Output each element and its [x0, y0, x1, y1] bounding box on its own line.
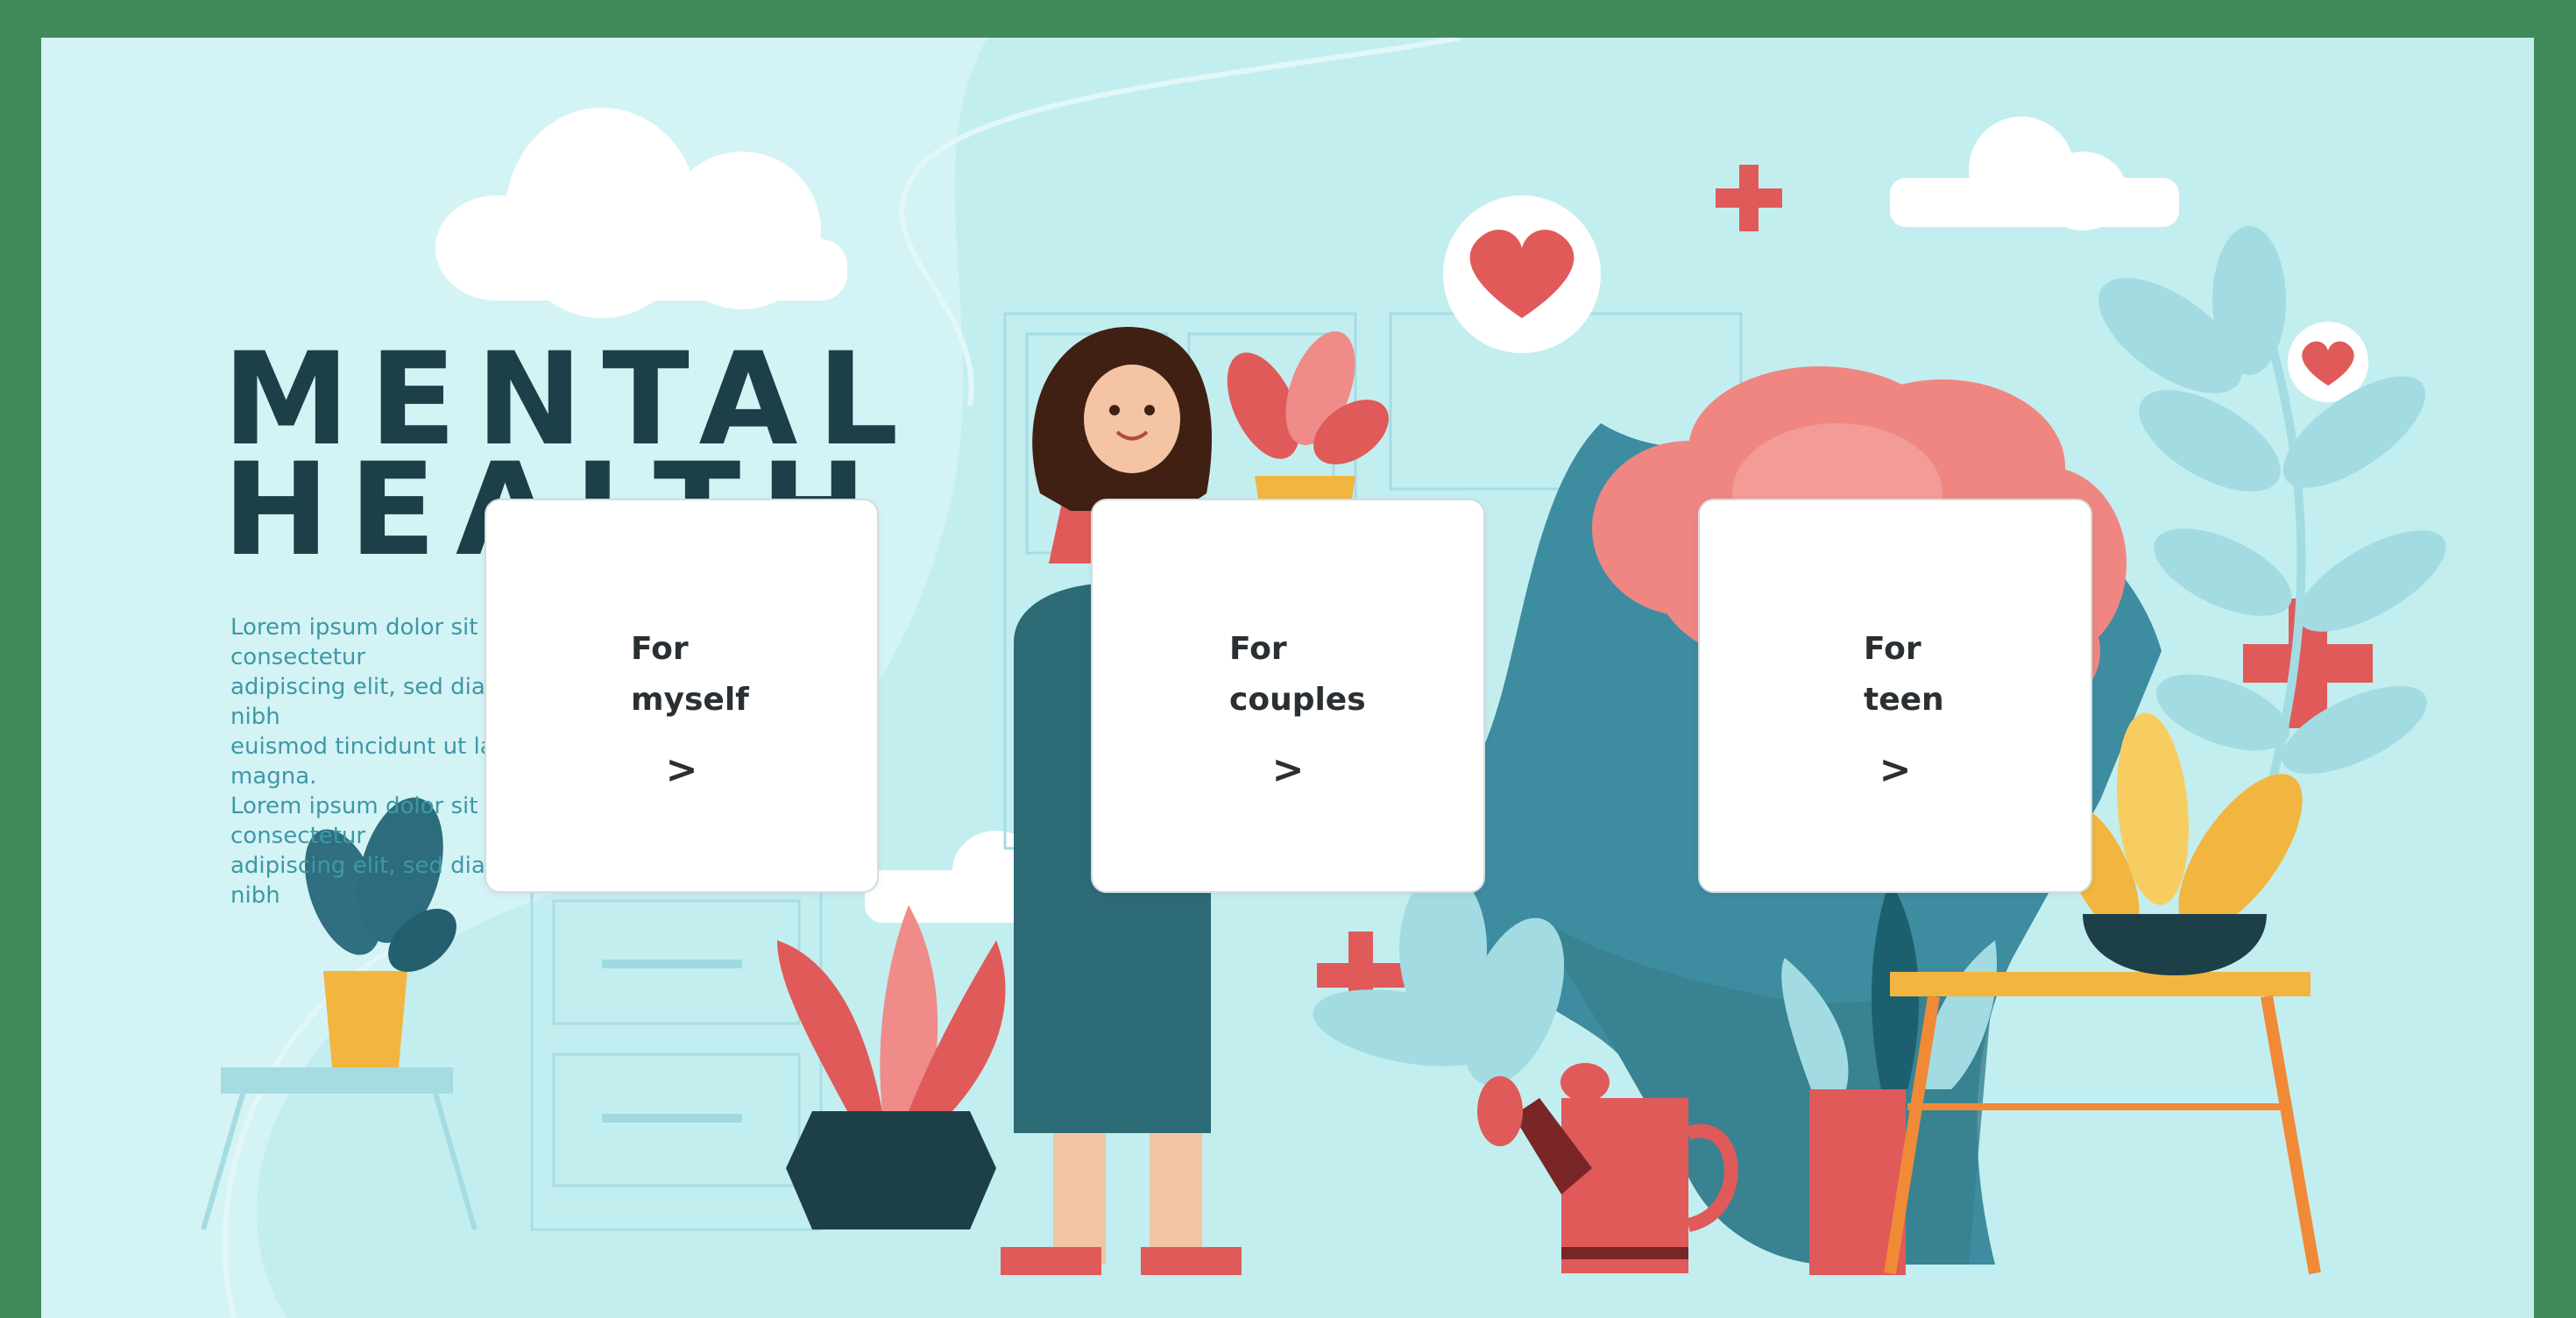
card-for-teen[interactable]: For teen > — [1698, 499, 2092, 893]
card-label: myself — [631, 682, 749, 718]
cloud-icon — [435, 108, 847, 318]
card-label: For — [1229, 631, 1287, 667]
drawer-handle — [602, 960, 742, 968]
card-label: For — [631, 631, 689, 667]
card-for-myself[interactable]: For myself > — [485, 499, 879, 893]
heart-icon — [1443, 195, 1601, 353]
illustration-frame: MENTAL HEALTH Lorem ipsum dolor sit amet… — [41, 38, 2534, 1318]
card-label: couples — [1229, 682, 1366, 718]
card-for-couples[interactable]: For couples > — [1091, 499, 1485, 893]
chevron-right-icon[interactable]: > — [1700, 751, 2091, 790]
drawer-handle — [602, 1114, 742, 1123]
card-label: teen — [1864, 682, 1944, 718]
chevron-right-icon[interactable]: > — [1093, 751, 1483, 790]
chevron-right-icon[interactable]: > — [486, 751, 877, 790]
card-label: For — [1864, 631, 1921, 667]
hexagon-pot — [786, 1111, 996, 1229]
